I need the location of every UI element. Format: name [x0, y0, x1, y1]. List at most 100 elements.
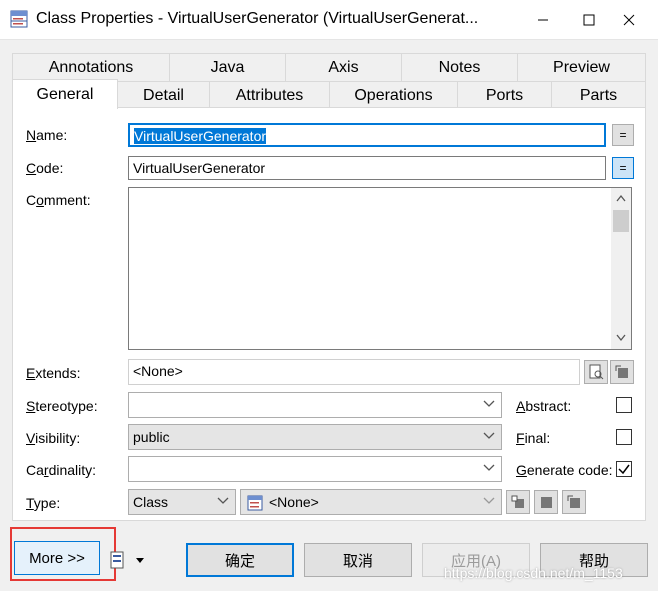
tab-notes[interactable]: Notes: [402, 53, 518, 81]
code-value: VirtualUserGenerator: [133, 160, 266, 176]
name-label-text: ame:: [36, 127, 68, 143]
chevron-down-icon: [483, 497, 495, 504]
tab-ports[interactable]: Ports: [458, 81, 552, 109]
tab-attributes[interactable]: Attributes: [210, 81, 330, 109]
generate-code-checkbox[interactable]: [616, 461, 632, 477]
visibility-select[interactable]: public: [128, 424, 502, 450]
type-value: Class: [133, 494, 169, 510]
abstract-label-hotkey: A: [516, 398, 526, 414]
checkmark-icon: [618, 464, 630, 475]
extends-label: Extends:: [26, 365, 80, 381]
code-label-hotkey: C: [26, 160, 37, 176]
comment-label-pre: C: [26, 192, 37, 208]
scroll-thumb[interactable]: [613, 210, 629, 232]
tab-parts[interactable]: Parts: [552, 81, 646, 109]
stereotype-label: Stereotype:: [26, 398, 98, 414]
cardinality-label-pre: Ca: [26, 462, 44, 478]
comment-textarea[interactable]: [128, 187, 632, 350]
comment-scrollbar[interactable]: [611, 188, 631, 349]
code-input[interactable]: VirtualUserGenerator: [128, 156, 606, 180]
properties-icon: [615, 365, 628, 378]
cancel-button[interactable]: 取消: [304, 543, 412, 577]
final-label: Final:: [516, 430, 550, 446]
cardinality-label: Cardinality:: [26, 462, 96, 478]
more-button[interactable]: More >>: [14, 541, 100, 575]
visibility-label-text: isibility:: [35, 430, 81, 446]
type-label-text: ype:: [33, 495, 61, 511]
final-checkbox[interactable]: [616, 429, 632, 445]
browse-icon: [589, 364, 604, 380]
type-label-hotkey: T: [26, 495, 34, 511]
name-value: VirtualUserGenerator: [134, 128, 267, 144]
title-bar[interactable]: Class Properties - VirtualUserGenerator …: [0, 0, 658, 40]
classifier-select[interactable]: <None>: [240, 489, 502, 515]
generate-code-label-hotkey: G: [516, 462, 527, 478]
name-equal-button[interactable]: =: [612, 124, 634, 146]
class-icon: [247, 495, 263, 511]
close-icon: [623, 14, 635, 26]
tab-annotations[interactable]: Annotations: [12, 53, 170, 81]
cardinality-label-text: dinality:: [48, 462, 97, 478]
type-select[interactable]: Class: [128, 489, 236, 515]
name-input[interactable]: VirtualUserGenerator: [128, 123, 606, 147]
watermark: https://blog.csdn.net/m_1153: [444, 565, 623, 581]
ok-button[interactable]: 确定: [186, 543, 294, 577]
visibility-label: Visibility:: [26, 430, 80, 446]
type-label: Type:: [26, 495, 60, 511]
comment-label-text: mment:: [43, 192, 91, 208]
chevron-down-icon: [483, 432, 495, 439]
chevron-down-icon: [217, 497, 229, 504]
cardinality-select[interactable]: [128, 456, 502, 482]
code-equal-button[interactable]: =: [612, 157, 634, 179]
type-browse-button[interactable]: [534, 490, 558, 514]
tab-axis[interactable]: Axis: [286, 53, 402, 81]
stereotype-label-text: tereotype:: [35, 398, 98, 414]
tab-java[interactable]: Java: [170, 53, 286, 81]
final-label-hotkey: F: [516, 430, 525, 446]
window-title: Class Properties - VirtualUserGenerator …: [36, 10, 479, 27]
extends-field[interactable]: <None>: [128, 359, 580, 385]
scroll-down-icon[interactable]: [616, 334, 626, 342]
chevron-down-icon: [483, 400, 495, 407]
final-label-text: inal:: [524, 430, 551, 446]
scroll-up-icon[interactable]: [616, 194, 626, 202]
visibility-label-hotkey: V: [26, 430, 36, 446]
abstract-label-text: bstract:: [525, 398, 572, 414]
class-icon: [10, 10, 28, 31]
extends-properties-button[interactable]: [610, 360, 634, 384]
printer-icon: [110, 551, 144, 569]
tab-preview[interactable]: Preview: [518, 53, 646, 81]
extends-value: <None>: [133, 363, 183, 379]
classifier-value: <None>: [269, 494, 319, 510]
properties-icon: [567, 495, 580, 508]
minimize-button[interactable]: [520, 0, 566, 40]
print-menu-button[interactable]: [108, 548, 154, 572]
code-label: Code:: [26, 160, 63, 176]
tab-operations[interactable]: Operations: [330, 81, 458, 109]
stereotype-select[interactable]: [128, 392, 502, 418]
minimize-icon: [538, 19, 548, 21]
name-label-hotkey: N: [26, 127, 37, 143]
comment-label-hotkey: o: [36, 192, 44, 208]
type-properties-button[interactable]: [562, 490, 586, 514]
name-label: Name:: [26, 127, 67, 143]
maximize-icon: [583, 14, 595, 26]
extends-label-hotkey: E: [26, 365, 36, 381]
extends-browse-button[interactable]: [584, 360, 608, 384]
tab-detail[interactable]: Detail: [118, 81, 210, 109]
create-icon: [511, 495, 524, 508]
extends-label-text: xtends:: [35, 365, 81, 381]
generate-code-label-text: enerate code:: [526, 462, 613, 478]
generate-code-label: Generate code:: [516, 462, 613, 478]
tab-general[interactable]: General: [12, 79, 118, 109]
type-create-button[interactable]: [506, 490, 530, 514]
abstract-checkbox[interactable]: [616, 397, 632, 413]
code-label-text: ode:: [36, 160, 64, 176]
visibility-value: public: [133, 429, 170, 445]
browse-icon: [541, 497, 552, 508]
stereotype-label-hotkey: S: [26, 398, 36, 414]
comment-label: Comment:: [26, 192, 91, 208]
close-button[interactable]: [606, 0, 652, 40]
abstract-label: Abstract:: [516, 398, 571, 414]
chevron-down-icon: [483, 464, 495, 471]
